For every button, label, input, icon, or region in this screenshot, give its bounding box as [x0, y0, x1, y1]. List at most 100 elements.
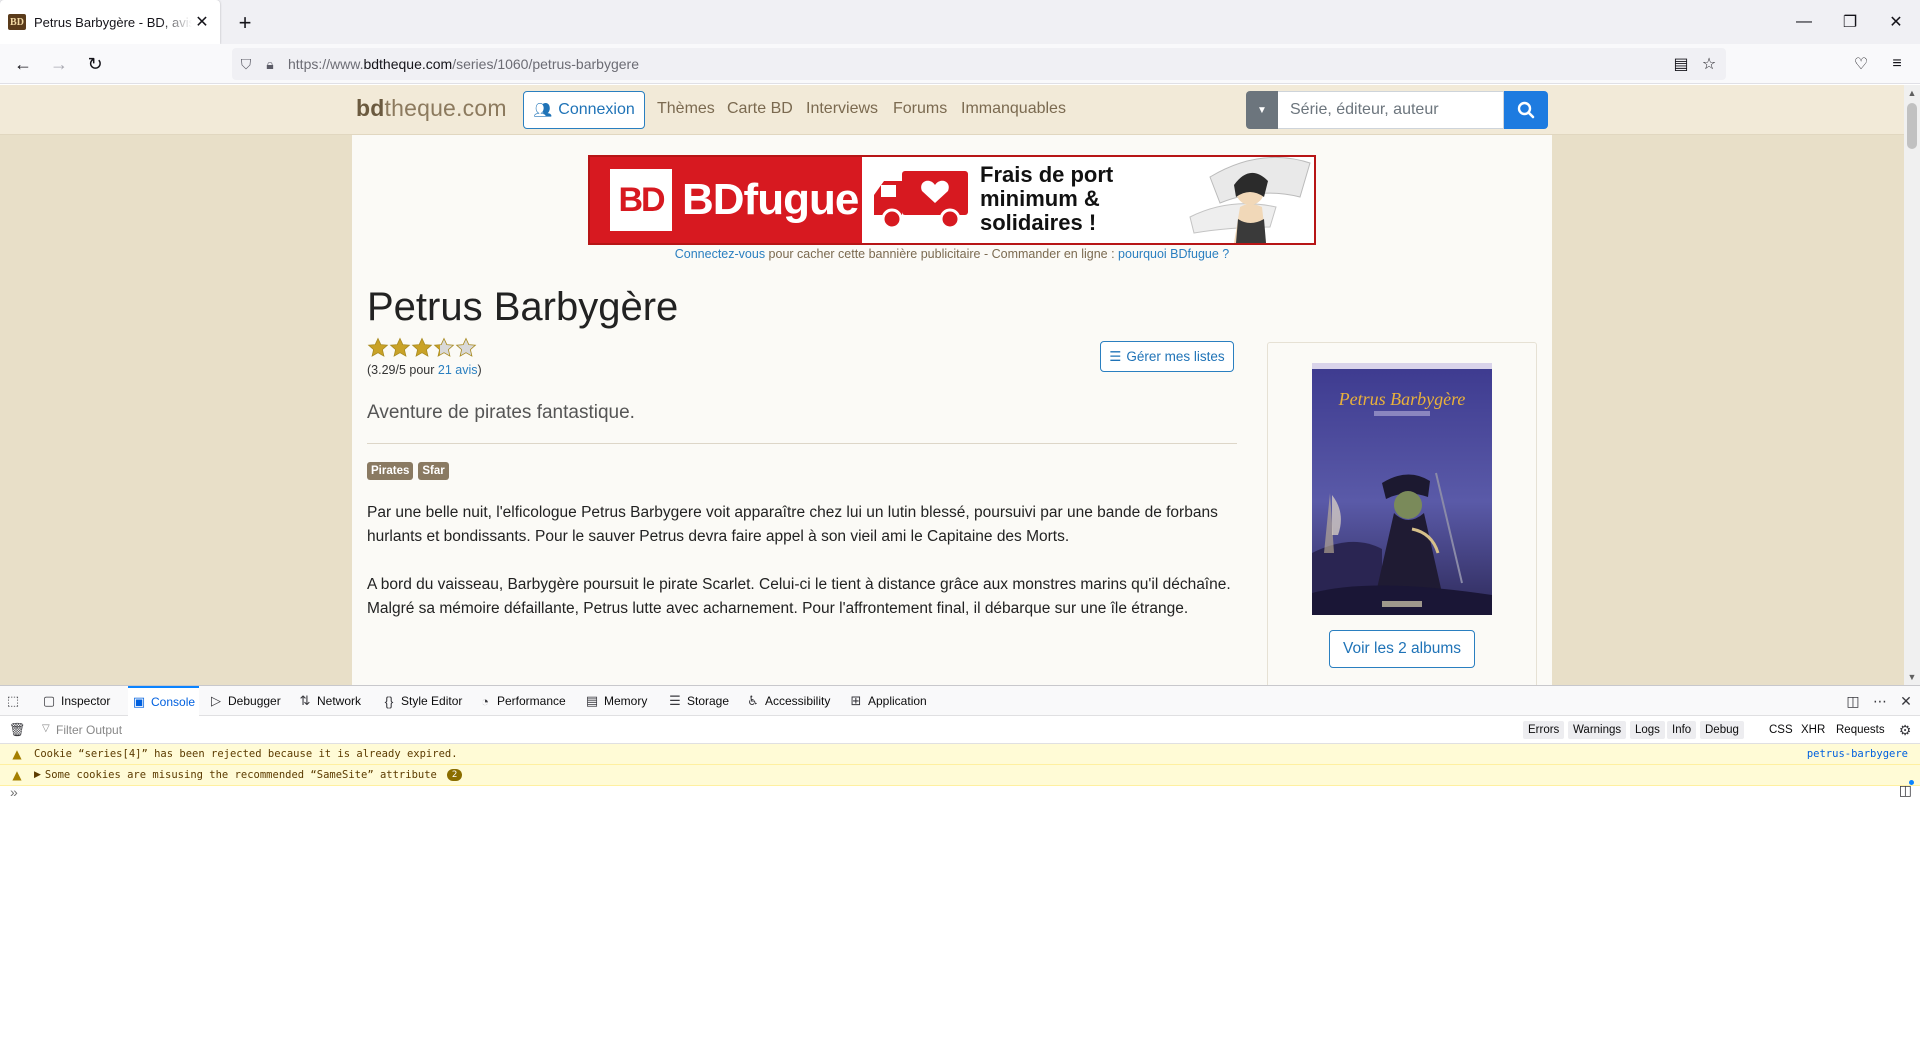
rating-summary: (3.29/5 pour 21 avis)	[367, 363, 482, 377]
console-warning-row[interactable]: ▲ Cookie “series[4]” has been rejected b…	[0, 744, 1920, 765]
element-picker-button[interactable]: ⬚	[6, 686, 25, 716]
filter-css[interactable]: CSS	[1764, 721, 1798, 739]
console-message-text: Cookie “series[4]” has been rejected bec…	[34, 748, 458, 760]
tracking-shield-icon[interactable]: ⛉	[234, 52, 258, 76]
filter-logs[interactable]: Logs	[1630, 721, 1665, 739]
ad-note: Connectez-vous pour cacher cette bannièr…	[674, 247, 1230, 261]
page-viewport: bdtheque.com 👥︎ Connexion Thèmes Carte B…	[0, 85, 1920, 685]
nav-immanquables[interactable]: Immanquables	[961, 100, 1066, 118]
console-prompt[interactable]: »	[10, 784, 18, 800]
tab-network[interactable]: ⇅ Network	[298, 686, 361, 716]
search-button[interactable]	[1504, 91, 1548, 129]
series-tagline: Aventure de pirates fantastique.	[367, 402, 635, 423]
bdfugue-ad-banner[interactable]: BD BDfugue Frais de port minimum & solid…	[588, 155, 1316, 245]
devtools-panel: ⬚ ▢ Inspector ▣ Console ▷ Debugger ⇅ Network…	[0, 685, 1920, 1040]
filter-warnings[interactable]: Warnings	[1568, 721, 1627, 739]
filter-requests[interactable]: Requests	[1831, 721, 1890, 739]
bookmark-star-icon[interactable]: ☆	[1695, 50, 1723, 78]
clear-console-trash-icon[interactable]: 🗑︎	[8, 721, 26, 739]
console-filter-bar: 🗑︎ ▽ Errors Warnings Logs Info Debug CSS…	[0, 716, 1920, 744]
page-scrollbar[interactable]: ▲ ▼	[1904, 85, 1920, 685]
nav-interviews[interactable]: Interviews	[806, 100, 878, 118]
filter-debug[interactable]: Debug	[1700, 721, 1744, 739]
expand-twisty-icon[interactable]: ▶	[34, 770, 41, 780]
main-content: BD BDfugue Frais de port minimum & solid…	[352, 135, 1552, 685]
tab-storage[interactable]: ☰ Storage	[668, 686, 729, 716]
tab-debugger[interactable]: ▷ Debugger	[209, 686, 281, 716]
bdfugue-logo: BD BDfugue	[590, 157, 862, 243]
site-header: bdtheque.com 👥︎ Connexion Thèmes Carte B…	[0, 85, 1904, 135]
tab-inspector[interactable]: ▢ Inspector	[42, 686, 111, 716]
bd-logo-mark: BD	[610, 169, 672, 231]
performance-gauge-icon: ◔	[481, 693, 489, 709]
filter-output-input[interactable]	[36, 720, 436, 740]
network-icon: ⇅	[299, 693, 311, 708]
filter-xhr[interactable]: XHR	[1796, 721, 1830, 739]
description-paragraph-1: Par une belle nuit, l'elficologue Petrus…	[367, 504, 1218, 545]
tab-console[interactable]: ▣ Console	[128, 686, 200, 716]
album-cover-image[interactable]: Petrus Barbygère	[1312, 363, 1492, 615]
reviews-link[interactable]: 21 avis	[438, 363, 478, 377]
tab-application[interactable]: ⊞ Application	[849, 686, 927, 716]
caret-down-icon: ▼	[1257, 104, 1267, 116]
console-source-link[interactable]: petrus-barbygere	[1807, 748, 1908, 760]
view-albums-button[interactable]: Voir les 2 albums	[1329, 630, 1475, 668]
new-tab-plus-icon[interactable]: +	[232, 10, 258, 36]
reload-icon[interactable]: ↻	[81, 50, 109, 78]
tab-performance[interactable]: ◔ Performance	[478, 686, 566, 716]
back-arrow-icon[interactable]: ←	[9, 50, 37, 78]
application-grid-icon: ⊞	[850, 693, 862, 708]
tab-accessibility[interactable]: ♿︎ Accessibility	[746, 686, 830, 716]
divider	[367, 443, 1237, 444]
manage-lists-button[interactable]: ☰ Gérer mes listes	[1100, 341, 1234, 372]
login-to-hide-ad-link[interactable]: Connectez-vous	[675, 247, 765, 261]
search-scope-dropdown[interactable]: ▼	[1246, 91, 1278, 129]
console-warning-row[interactable]: ▲ ▶ Some cookies are misusing the recomm…	[0, 765, 1920, 786]
login-button[interactable]: 👥︎ Connexion	[523, 91, 645, 129]
address-bar[interactable]: ⛉ 🔒︎ https://www.bdtheque.com/series/106…	[232, 48, 1726, 80]
tab-memory[interactable]: ▤ Memory	[585, 686, 648, 716]
tab-style-editor[interactable]: {} Style Editor	[382, 686, 463, 716]
close-devtools-icon[interactable]: ✕	[1896, 691, 1916, 711]
notification-dot	[1909, 780, 1914, 785]
nav-themes[interactable]: Thèmes	[657, 100, 715, 118]
bdtheque-favicon-icon: BD	[8, 14, 26, 30]
padlock-icon[interactable]: 🔒︎	[258, 52, 282, 76]
forward-arrow-icon[interactable]: →	[45, 50, 73, 78]
delivery-truck-heart-icon	[874, 171, 968, 230]
pocket-icon[interactable]: ♡	[1847, 50, 1875, 78]
ad-brand-name: BDfugue	[682, 175, 859, 224]
console-icon: ▣	[132, 694, 146, 709]
rating-star-icon	[367, 337, 389, 359]
minimize-window-icon[interactable]: —	[1781, 0, 1827, 44]
filter-errors[interactable]: Errors	[1523, 721, 1565, 739]
filter-info[interactable]: Info	[1667, 721, 1697, 739]
console-settings-gear-icon[interactable]: ⚙	[1895, 720, 1915, 740]
repeat-count-badge: 2	[446, 769, 463, 781]
page-title: Petrus Barbygère	[367, 285, 679, 329]
fairy-illustration	[1189, 157, 1311, 243]
scroll-down-arrow-icon[interactable]: ▼	[1904, 669, 1920, 685]
scrollbar-thumb[interactable]	[1907, 103, 1917, 149]
inspector-icon: ▢	[42, 693, 56, 708]
restore-window-icon[interactable]: ❐	[1827, 0, 1873, 44]
rating-star-icon	[411, 337, 433, 359]
browser-tab-active[interactable]: BD Petrus Barbygère - BD, avis, informat…	[0, 0, 220, 44]
close-tab-icon[interactable]: ✕	[192, 12, 212, 32]
more-options-icon[interactable]: ⋯	[1870, 691, 1890, 711]
nav-forums[interactable]: Forums	[893, 100, 947, 118]
tag-sfar[interactable]: Sfar	[418, 462, 449, 480]
close-window-icon[interactable]: ✕	[1873, 0, 1919, 44]
site-logo[interactable]: bdtheque.com	[356, 95, 507, 122]
reader-view-icon[interactable]: ▤	[1667, 50, 1695, 78]
rating-star-icon	[389, 337, 411, 359]
nav-carte-bd[interactable]: Carte BD	[727, 100, 793, 118]
tag-pirates[interactable]: Pirates	[367, 462, 414, 480]
element-picker-icon: ⬚	[6, 693, 20, 708]
search-input[interactable]	[1278, 91, 1504, 129]
accessibility-icon: ♿︎	[747, 693, 759, 708]
hamburger-menu-icon[interactable]: ≡	[1883, 50, 1911, 78]
why-bdfugue-link[interactable]: pourquoi BDfugue ?	[1118, 247, 1229, 261]
scroll-up-arrow-icon[interactable]: ▲	[1904, 85, 1920, 101]
dock-side-icon[interactable]: ◫	[1843, 691, 1863, 711]
